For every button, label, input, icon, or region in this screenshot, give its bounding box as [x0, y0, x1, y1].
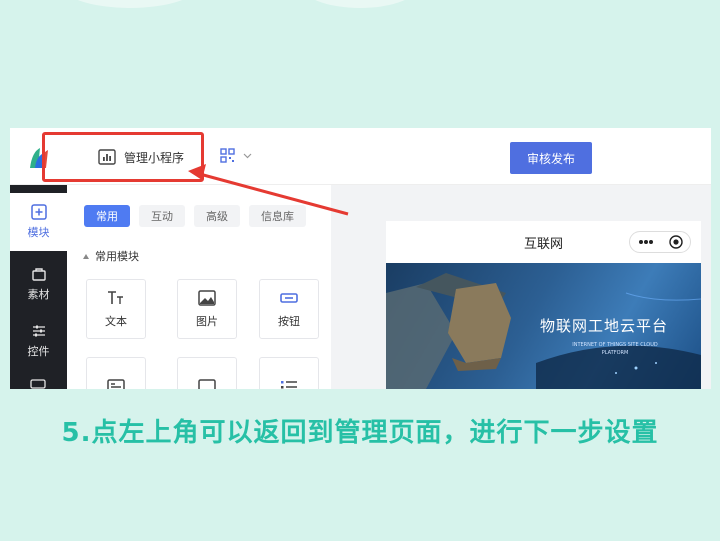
preview-canvas: 互联网 物联网工地云平台 INTERNET OF THINGS SITE CLO… — [331, 185, 711, 389]
background-shape — [60, 0, 200, 8]
more-icon — [30, 379, 46, 389]
background-shape — [300, 0, 420, 8]
widget-image[interactable]: 图片 — [177, 279, 237, 339]
collapse-icon — [83, 253, 89, 259]
widget-text-list[interactable] — [259, 357, 319, 389]
bullet-list-icon — [281, 381, 297, 389]
image-icon — [198, 290, 216, 306]
top-bar: 管理小程序 审核发布 — [10, 128, 711, 185]
module-tabs: 常用 互动 高级 信息库 — [84, 205, 306, 227]
qr-code-icon — [220, 148, 235, 163]
close-circle-icon — [668, 235, 683, 249]
widget-button[interactable]: 按钮 — [259, 279, 319, 339]
nav-item-modules[interactable]: 模块 — [10, 193, 67, 251]
widget-image-text[interactable] — [177, 357, 237, 389]
publish-button[interactable]: 审核发布 — [510, 142, 592, 174]
instruction-caption: 5.点左上角可以返回到管理页面，进行下一步设置 — [61, 418, 659, 448]
widget-list[interactable] — [86, 357, 146, 389]
plus-square-icon — [30, 204, 47, 220]
highlight-box — [42, 132, 204, 182]
tab-common[interactable]: 常用 — [84, 205, 130, 227]
image-text-icon — [198, 379, 216, 389]
more-dots-icon — [638, 240, 653, 244]
sliders-icon — [32, 325, 45, 337]
nav-item-label: 模块 — [27, 226, 50, 239]
bag-icon — [31, 268, 46, 281]
phone-preview: 互联网 物联网工地云平台 INTERNET OF THINGS SITE CLO… — [386, 221, 701, 389]
section-title[interactable]: 常用模块 — [83, 248, 139, 264]
tab-info-library[interactable]: 信息库 — [249, 205, 306, 227]
banner-title: 物联网工地云平台 — [540, 317, 669, 335]
qr-code-button[interactable] — [220, 148, 252, 163]
banner-subtitle: INTERNET OF THINGS SITE CLOUD PLATFORM — [572, 342, 658, 356]
module-panel: 常用 互动 高级 信息库 常用模块 文本 图片 按钮 — [67, 185, 331, 389]
nav-item-label: 素材 — [27, 288, 50, 301]
miniprogram-capsule[interactable] — [629, 231, 691, 253]
list-card-icon — [107, 379, 125, 389]
nav-item-label: 控件 — [27, 345, 50, 358]
banner-image: 物联网工地云平台 INTERNET OF THINGS SITE CLOUD P… — [386, 263, 701, 389]
button-icon — [280, 293, 298, 303]
tab-advanced[interactable]: 高级 — [194, 205, 240, 227]
text-icon — [108, 291, 123, 304]
left-nav: 模块 素材 控件 — [10, 185, 67, 389]
nav-item-materials[interactable]: 素材 — [10, 255, 67, 313]
widget-text[interactable]: 文本 — [86, 279, 146, 339]
tab-interactive[interactable]: 互动 — [139, 205, 185, 227]
nav-item-controls[interactable]: 控件 — [10, 312, 67, 370]
app-screenshot: 管理小程序 审核发布 模块 素材 控件 常用 互动 高级 信息库 常用模块 文本… — [10, 128, 711, 389]
chevron-down-icon — [243, 153, 252, 158]
